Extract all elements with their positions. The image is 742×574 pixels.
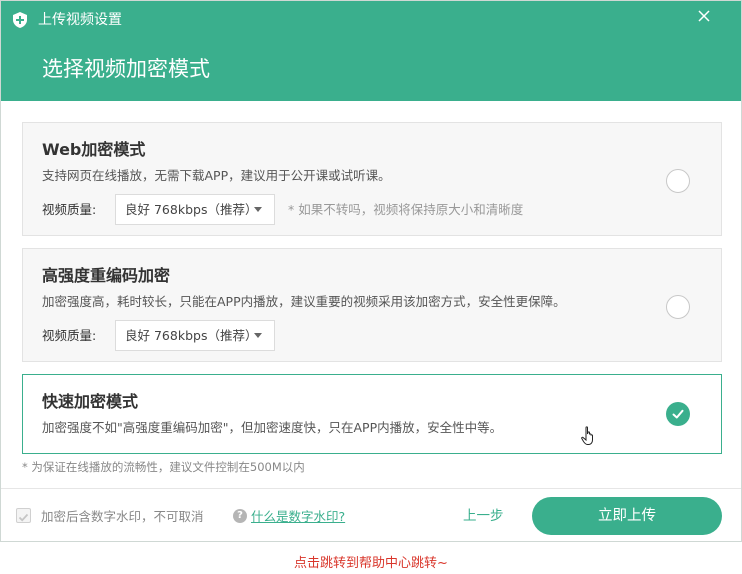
triangle-down-icon xyxy=(254,207,262,212)
upload-now-button[interactable]: 立即上传 xyxy=(532,497,722,535)
mode-card-web[interactable]: Web加密模式 支持网页在线播放，无需下载APP，建议用于公开课或试听课。 视频… xyxy=(22,122,722,236)
triangle-down-icon xyxy=(254,333,262,338)
window-title: 上传视频设置 xyxy=(38,12,122,28)
watermark-label: 加密后含数字水印，不可取消 xyxy=(41,509,204,524)
mode-card-reencode[interactable]: 高强度重编码加密 加密强度高，耗时较长，只能在APP内播放，建议重要的视频采用该… xyxy=(22,248,722,362)
mode-card-fast[interactable]: 快速加密模式 加密强度不如"高强度重编码加密"，但加密速度快，只在APP内播放，… xyxy=(22,374,722,454)
upload-settings-dialog: 上传视频设置 选择视频加密模式 Web加密模式 支持网页在线播放，无需下载APP… xyxy=(0,0,742,542)
shield-plus-icon xyxy=(13,12,27,28)
checkmark-icon xyxy=(672,409,684,419)
mode-description: 加密强度高，耗时较长，只能在APP内播放，建议重要的视频采用该加密方式，安全性更… xyxy=(42,294,566,309)
dialog-header: 上传视频设置 选择视频加密模式 xyxy=(1,1,741,101)
mode-radio[interactable] xyxy=(666,295,690,319)
previous-step-button[interactable]: 上一步 xyxy=(463,507,504,525)
quality-select[interactable]: 良好 768kbps（推荐） xyxy=(115,194,275,225)
watermark-help-link[interactable]: 什么是数字水印? xyxy=(251,508,345,525)
mode-title: 快速加密模式 xyxy=(42,392,139,411)
mode-radio-selected[interactable] xyxy=(666,402,690,426)
quality-label: 视频质量: xyxy=(42,202,97,217)
mode-description: 加密强度不如"高强度重编码加密"，但加密速度快，只在APP内播放，安全性中等。 xyxy=(42,420,503,435)
quality-note: * 如果不转吗，视频将保持原大小和清晰度 xyxy=(288,202,524,217)
footer-divider xyxy=(1,488,741,489)
hand-cursor-icon xyxy=(581,426,593,445)
checkmark-icon xyxy=(18,513,29,522)
mode-title: 高强度重编码加密 xyxy=(42,266,171,285)
question-circle-icon: ? xyxy=(233,509,247,523)
quality-select-value: 良好 768kbps（推荐） xyxy=(125,202,258,217)
quality-select-value: 良好 768kbps（推荐） xyxy=(125,328,258,343)
watermark-checkbox[interactable] xyxy=(16,508,31,523)
quality-select[interactable]: 良好 768kbps（推荐） xyxy=(115,320,275,351)
mode-title: Web加密模式 xyxy=(42,140,146,159)
mode-radio[interactable] xyxy=(666,169,690,193)
close-icon[interactable] xyxy=(695,7,713,25)
help-center-link[interactable]: 点击跳转到帮助中心跳转~ xyxy=(0,555,742,573)
quality-label: 视频质量: xyxy=(42,328,97,343)
file-size-note: * 为保证在线播放的流畅性，建议文件控制在500M以内 xyxy=(22,460,305,474)
page-title: 选择视频加密模式 xyxy=(42,57,210,81)
mode-description: 支持网页在线播放，无需下载APP，建议用于公开课或试听课。 xyxy=(42,168,391,183)
